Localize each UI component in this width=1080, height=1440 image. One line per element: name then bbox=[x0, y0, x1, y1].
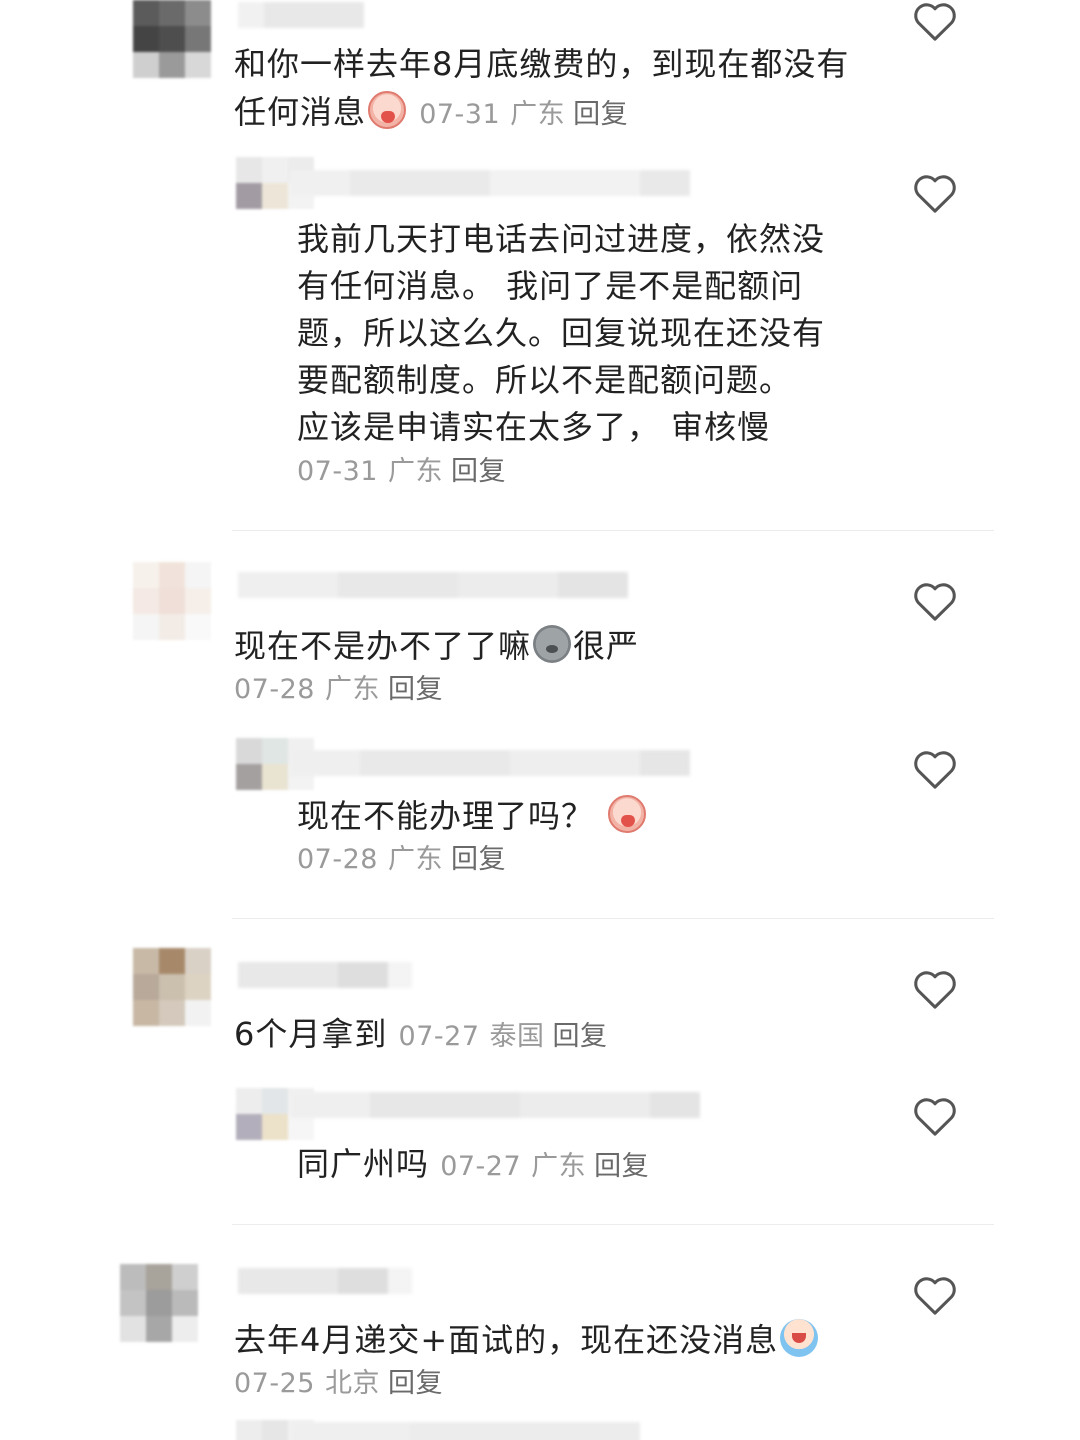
comment-meta: 07-27 泰国 回复 bbox=[399, 1021, 608, 1052]
avatar[interactable] bbox=[120, 1264, 198, 1342]
comment-meta: 07-31 广东 回复 bbox=[419, 99, 628, 130]
heart-outline-icon[interactable] bbox=[912, 1274, 958, 1316]
comment-text: 和你一样去年8月底缴费的，到现在都没有任何消息 07-31 广东 回复 bbox=[234, 45, 850, 131]
reply-username-blurred[interactable] bbox=[290, 170, 690, 196]
heart-outline-icon[interactable] bbox=[912, 172, 958, 214]
heart-outline-icon[interactable] bbox=[912, 1095, 958, 1137]
comment-location: 北京 bbox=[324, 1368, 380, 1399]
reply-meta: 07-31 广东 回复 bbox=[297, 452, 506, 492]
reply-button[interactable]: 回复 bbox=[553, 1021, 608, 1052]
comment-location: 广东 bbox=[324, 674, 380, 705]
reply-button[interactable]: 回复 bbox=[594, 1151, 649, 1182]
comment-text: 去年4月递交+面试的，现在还没消息 bbox=[234, 1316, 820, 1364]
comment-thread: 和你一样去年8月底缴费的，到现在都没有任何消息 07-31 广东 回复 我前几天打电… bbox=[0, 0, 1080, 1440]
reply-text: 我前几天打电话去问过进度，依然没 有任何消息。 我问了是不是配额问 题，所以这么… bbox=[297, 220, 826, 446]
avatar[interactable] bbox=[133, 0, 211, 78]
reply-location: 广东 bbox=[387, 844, 443, 875]
reply-username-blurred[interactable] bbox=[290, 750, 690, 776]
reply-date: 07-31 bbox=[297, 456, 378, 487]
avatar[interactable] bbox=[133, 948, 211, 1026]
heart-outline-icon[interactable] bbox=[912, 580, 958, 622]
heart-outline-icon[interactable] bbox=[912, 0, 958, 42]
comment-meta: 07-25 北京 回复 bbox=[234, 1364, 443, 1404]
heart-outline-icon[interactable] bbox=[912, 748, 958, 790]
reply-text: 现在不能办理了吗？ bbox=[297, 792, 648, 840]
reply-button[interactable]: 回复 bbox=[388, 674, 443, 705]
reply-username-blurred[interactable] bbox=[290, 1422, 640, 1440]
reply-button[interactable]: 回复 bbox=[573, 99, 628, 130]
reply-button[interactable]: 回复 bbox=[451, 456, 506, 487]
username-blurred[interactable] bbox=[238, 572, 628, 598]
comment-date: 07-25 bbox=[234, 1368, 315, 1399]
tearful-face-emoji bbox=[780, 1319, 819, 1357]
reply-username-blurred[interactable] bbox=[290, 1092, 700, 1118]
username-blurred[interactable] bbox=[238, 962, 412, 988]
divider bbox=[232, 530, 994, 531]
comment-location: 广东 bbox=[510, 99, 566, 130]
comment-meta: 07-28 广东 回复 bbox=[234, 670, 443, 710]
reply-meta: 07-28 广东 回复 bbox=[297, 840, 506, 880]
comment-text: 现在不是办不了了嘛 很严 bbox=[234, 625, 640, 665]
reply-button[interactable]: 回复 bbox=[451, 844, 506, 875]
comment-date: 07-31 bbox=[419, 99, 501, 130]
reply-meta: 07-27 广东 回复 bbox=[440, 1151, 649, 1182]
crying-face-emoji bbox=[608, 795, 647, 833]
username-blurred[interactable] bbox=[238, 1268, 412, 1294]
reply-location: 广东 bbox=[387, 456, 443, 487]
reply-button[interactable]: 回复 bbox=[388, 1368, 443, 1399]
divider bbox=[232, 1224, 994, 1225]
reply-date: 07-28 bbox=[297, 844, 378, 875]
comment-text: 6个月拿到 07-27 泰国 回复 bbox=[234, 1015, 608, 1053]
reply-text: 同广州吗 07-27 广东 回复 bbox=[297, 1145, 650, 1183]
gray-sad-face-emoji bbox=[533, 625, 572, 663]
crying-face-emoji bbox=[368, 91, 407, 129]
avatar[interactable] bbox=[133, 562, 211, 640]
reply-date: 07-27 bbox=[440, 1151, 522, 1182]
username-blurred[interactable] bbox=[238, 2, 364, 28]
reply-location: 广东 bbox=[531, 1151, 587, 1182]
heart-outline-icon[interactable] bbox=[912, 968, 958, 1010]
comment-location: 泰国 bbox=[489, 1021, 545, 1052]
comment-date: 07-27 bbox=[398, 1021, 480, 1052]
comment-date: 07-28 bbox=[234, 674, 315, 705]
divider bbox=[232, 918, 994, 919]
